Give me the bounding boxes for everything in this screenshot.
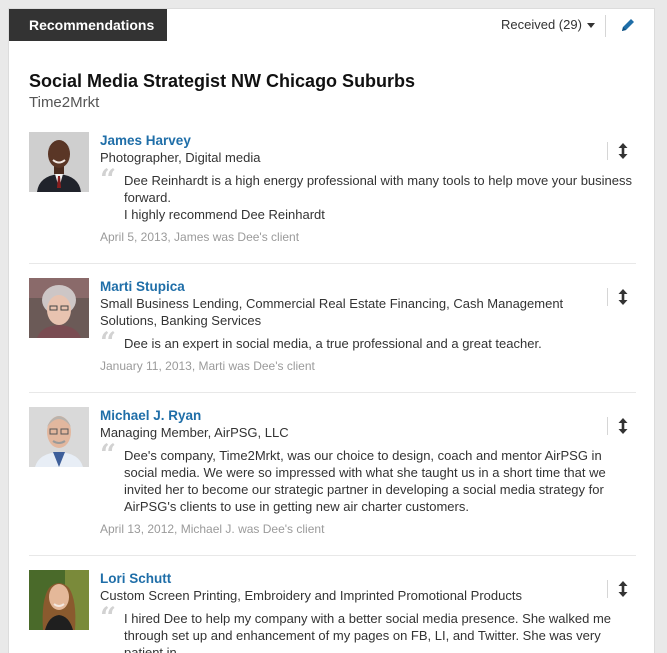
recommendation-body: James Harvey Photographer, Digital media… bbox=[100, 132, 636, 245]
caret-down-icon bbox=[586, 23, 595, 29]
recommendation-date: April 13, 2012, Michael J. was Dee's cli… bbox=[100, 522, 325, 536]
header-divider bbox=[605, 15, 606, 37]
recommendation-text: Dee's company, Time2Mrkt, was our choice… bbox=[124, 448, 606, 514]
reorder-divider bbox=[607, 580, 608, 598]
recommendations-tab[interactable]: Recommendations bbox=[9, 9, 167, 41]
position-title: Social Media Strategist NW Chicago Subur… bbox=[29, 71, 416, 91]
pencil-icon[interactable] bbox=[619, 16, 637, 34]
received-label: Received (29) bbox=[501, 17, 582, 32]
quote-mark-icon: “ bbox=[100, 601, 117, 634]
recommendation-date: April 5, 2013, James was Dee's client bbox=[100, 230, 300, 244]
avatar[interactable] bbox=[29, 570, 89, 630]
recommendation-body: Marti Stupica Small Business Lending, Co… bbox=[100, 278, 636, 374]
recommendation-quote: “ Dee Reinhardt is a high energy profess… bbox=[100, 166, 636, 223]
recommender-headline: Managing Member, AirPSG, LLC bbox=[100, 425, 289, 440]
recommender-name[interactable]: Lori Schutt bbox=[100, 570, 636, 587]
up-down-arrow-icon[interactable] bbox=[617, 142, 629, 160]
recommender-headline: Custom Screen Printing, Embroidery and I… bbox=[100, 588, 522, 603]
recommendation-quote: “ I hired Dee to help my company with a … bbox=[100, 604, 636, 653]
row-divider bbox=[29, 263, 636, 264]
recommender-headline: Small Business Lending, Commercial Real … bbox=[100, 296, 564, 328]
avatar[interactable] bbox=[29, 278, 89, 338]
recommendation-text: Dee Reinhardt is a high energy professio… bbox=[124, 173, 632, 222]
recommendations-card: Recommendations Received (29) Social Med… bbox=[8, 8, 655, 653]
row-divider bbox=[29, 392, 636, 393]
reorder-divider bbox=[607, 288, 608, 306]
avatar[interactable] bbox=[29, 407, 89, 467]
reorder-divider bbox=[607, 417, 608, 435]
recommendation-body: Lori Schutt Custom Screen Printing, Embr… bbox=[100, 570, 636, 653]
recommendation-quote: “ Dee is an expert in social media, a tr… bbox=[100, 329, 636, 357]
recommender-headline: Photographer, Digital media bbox=[100, 150, 261, 165]
recommendation-date: January 11, 2013, Marti was Dee's client bbox=[100, 359, 315, 373]
avatar[interactable] bbox=[29, 132, 89, 192]
recommender-name[interactable]: Michael J. Ryan bbox=[100, 407, 636, 424]
company-name: Time2Mrkt bbox=[29, 94, 100, 111]
recommender-name[interactable]: Marti Stupica bbox=[100, 278, 636, 295]
quote-mark-icon: “ bbox=[100, 326, 117, 359]
recommendation-text: I hired Dee to help my company with a be… bbox=[124, 611, 612, 653]
up-down-arrow-icon[interactable] bbox=[617, 580, 629, 598]
recommender-name[interactable]: James Harvey bbox=[100, 132, 636, 149]
quote-mark-icon: “ bbox=[100, 163, 117, 196]
reorder-divider bbox=[607, 142, 608, 160]
received-dropdown[interactable]: Received (29) bbox=[501, 17, 595, 32]
recommendation-body: Michael J. Ryan Managing Member, AirPSG,… bbox=[100, 407, 636, 537]
quote-mark-icon: “ bbox=[100, 438, 117, 471]
recommendation-text: Dee is an expert in social media, a true… bbox=[124, 336, 542, 351]
section-header: Recommendations Received (29) bbox=[9, 9, 654, 41]
recommendation-quote: “ Dee's company, Time2Mrkt, was our choi… bbox=[100, 441, 636, 515]
up-down-arrow-icon[interactable] bbox=[617, 417, 629, 435]
row-divider bbox=[29, 555, 636, 556]
up-down-arrow-icon[interactable] bbox=[617, 288, 629, 306]
